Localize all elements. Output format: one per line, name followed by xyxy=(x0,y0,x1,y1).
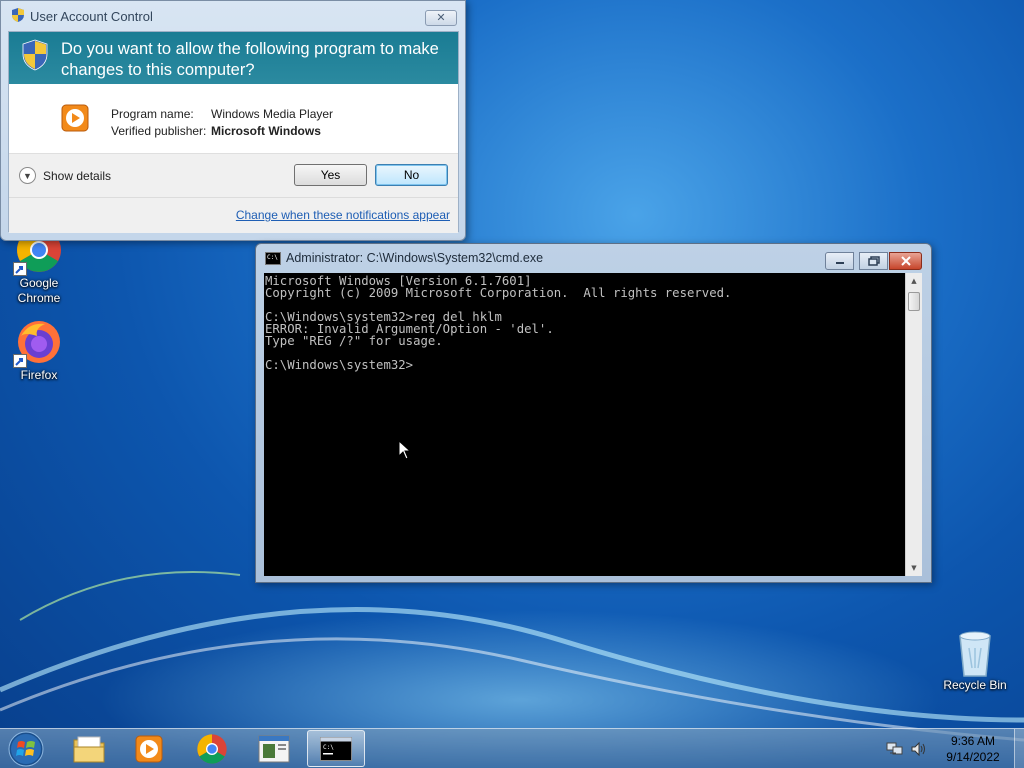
show-details-toggle[interactable]: ▼ Show details xyxy=(19,167,111,184)
clock-time: 9:36 AM xyxy=(950,734,996,748)
notification-settings-link[interactable]: Change when these notifications appear xyxy=(236,208,450,222)
program-name-value: Windows Media Player xyxy=(211,107,334,121)
window-app-icon xyxy=(258,735,290,762)
minimize-icon xyxy=(835,262,844,264)
desktop-icon-firefox[interactable]: Firefox xyxy=(1,318,77,382)
svg-text:C:\: C:\ xyxy=(323,744,334,751)
scroll-thumb[interactable] xyxy=(908,292,920,311)
close-button[interactable]: ✕ xyxy=(425,10,457,26)
program-name-label: Program name: xyxy=(111,107,194,121)
shortcut-arrow-icon xyxy=(13,354,27,368)
show-details-label: Show details xyxy=(43,168,112,183)
explorer-icon xyxy=(73,736,105,762)
close-icon xyxy=(900,256,911,266)
no-button[interactable]: No xyxy=(375,164,448,186)
publisher-value: Microsoft Windows xyxy=(211,124,321,138)
taskbar-media-player[interactable] xyxy=(120,730,178,767)
taskbar-explorer[interactable] xyxy=(60,730,118,767)
start-button[interactable] xyxy=(6,730,46,768)
uac-banner: Do you want to allow the following progr… xyxy=(9,32,458,84)
media-player-icon xyxy=(61,104,89,135)
shortcut-arrow-icon xyxy=(13,262,27,276)
vertical-scrollbar[interactable]: ▲ ▼ xyxy=(905,273,922,576)
system-tray xyxy=(886,729,928,768)
volume-icon[interactable] xyxy=(910,741,928,757)
taskbar-cmd[interactable]: C:\ xyxy=(307,730,365,767)
scroll-down-icon[interactable]: ▼ xyxy=(906,560,922,576)
taskbar-window-app[interactable] xyxy=(245,730,303,767)
uac-program-info: Program name: Windows Media Player Verifi… xyxy=(111,106,333,140)
desktop-icon-label: Recycle Bin xyxy=(943,678,1007,692)
windows-orb-icon xyxy=(8,731,44,767)
uac-question: Do you want to allow the following progr… xyxy=(61,40,439,79)
uac-title: User Account Control xyxy=(30,8,153,24)
uac-footer: ▼ Show details Yes No Change when these … xyxy=(9,153,458,233)
network-icon[interactable] xyxy=(886,741,904,757)
desktop-icon-label: Firefox xyxy=(20,368,58,382)
close-icon: ✕ xyxy=(436,11,446,24)
divider xyxy=(9,197,458,198)
mouse-cursor-icon xyxy=(398,440,412,460)
shield-icon xyxy=(21,39,49,74)
publisher-label: Verified publisher: xyxy=(111,124,207,138)
uac-body: Do you want to allow the following progr… xyxy=(8,31,459,233)
uac-titlebar: User Account Control xyxy=(1,1,465,31)
yes-button[interactable]: Yes xyxy=(294,164,367,186)
recycle-bin-icon xyxy=(951,628,999,677)
firefox-icon xyxy=(13,318,63,368)
desktop-icon-label: Google Chrome xyxy=(17,276,61,305)
taskbar: C:\ 9:36 AM 9/14/2022 xyxy=(0,728,1024,768)
maximize-button[interactable] xyxy=(859,252,888,270)
cmd-icon: C:\ xyxy=(265,251,281,265)
chevron-down-icon: ▼ xyxy=(19,167,36,184)
cmd-window: C:\ Administrator: C:\Windows\System32\c… xyxy=(255,243,932,583)
shield-icon xyxy=(11,7,25,26)
desktop-icon-recycle-bin[interactable]: Recycle Bin xyxy=(937,628,1013,692)
system-clock[interactable]: 9:36 AM 9/14/2022 xyxy=(935,733,1011,765)
cmd-title: Administrator: C:\Windows\System32\cmd.e… xyxy=(286,251,544,265)
minimize-button[interactable] xyxy=(825,252,854,270)
console-output[interactable]: Microsoft Windows [Version 6.1.7601] Cop… xyxy=(264,273,905,576)
taskbar-chrome[interactable] xyxy=(183,730,241,767)
clock-date: 9/14/2022 xyxy=(946,750,1000,764)
close-button[interactable] xyxy=(889,252,922,270)
media-player-icon xyxy=(135,735,163,762)
restore-icon xyxy=(867,256,880,266)
uac-dialog: User Account Control ✕ Do you want to al… xyxy=(0,0,466,241)
chrome-icon xyxy=(197,733,227,764)
show-desktop-button[interactable] xyxy=(1014,729,1024,768)
cmd-icon: C:\ xyxy=(320,736,352,761)
scroll-up-icon[interactable]: ▲ xyxy=(906,273,922,289)
